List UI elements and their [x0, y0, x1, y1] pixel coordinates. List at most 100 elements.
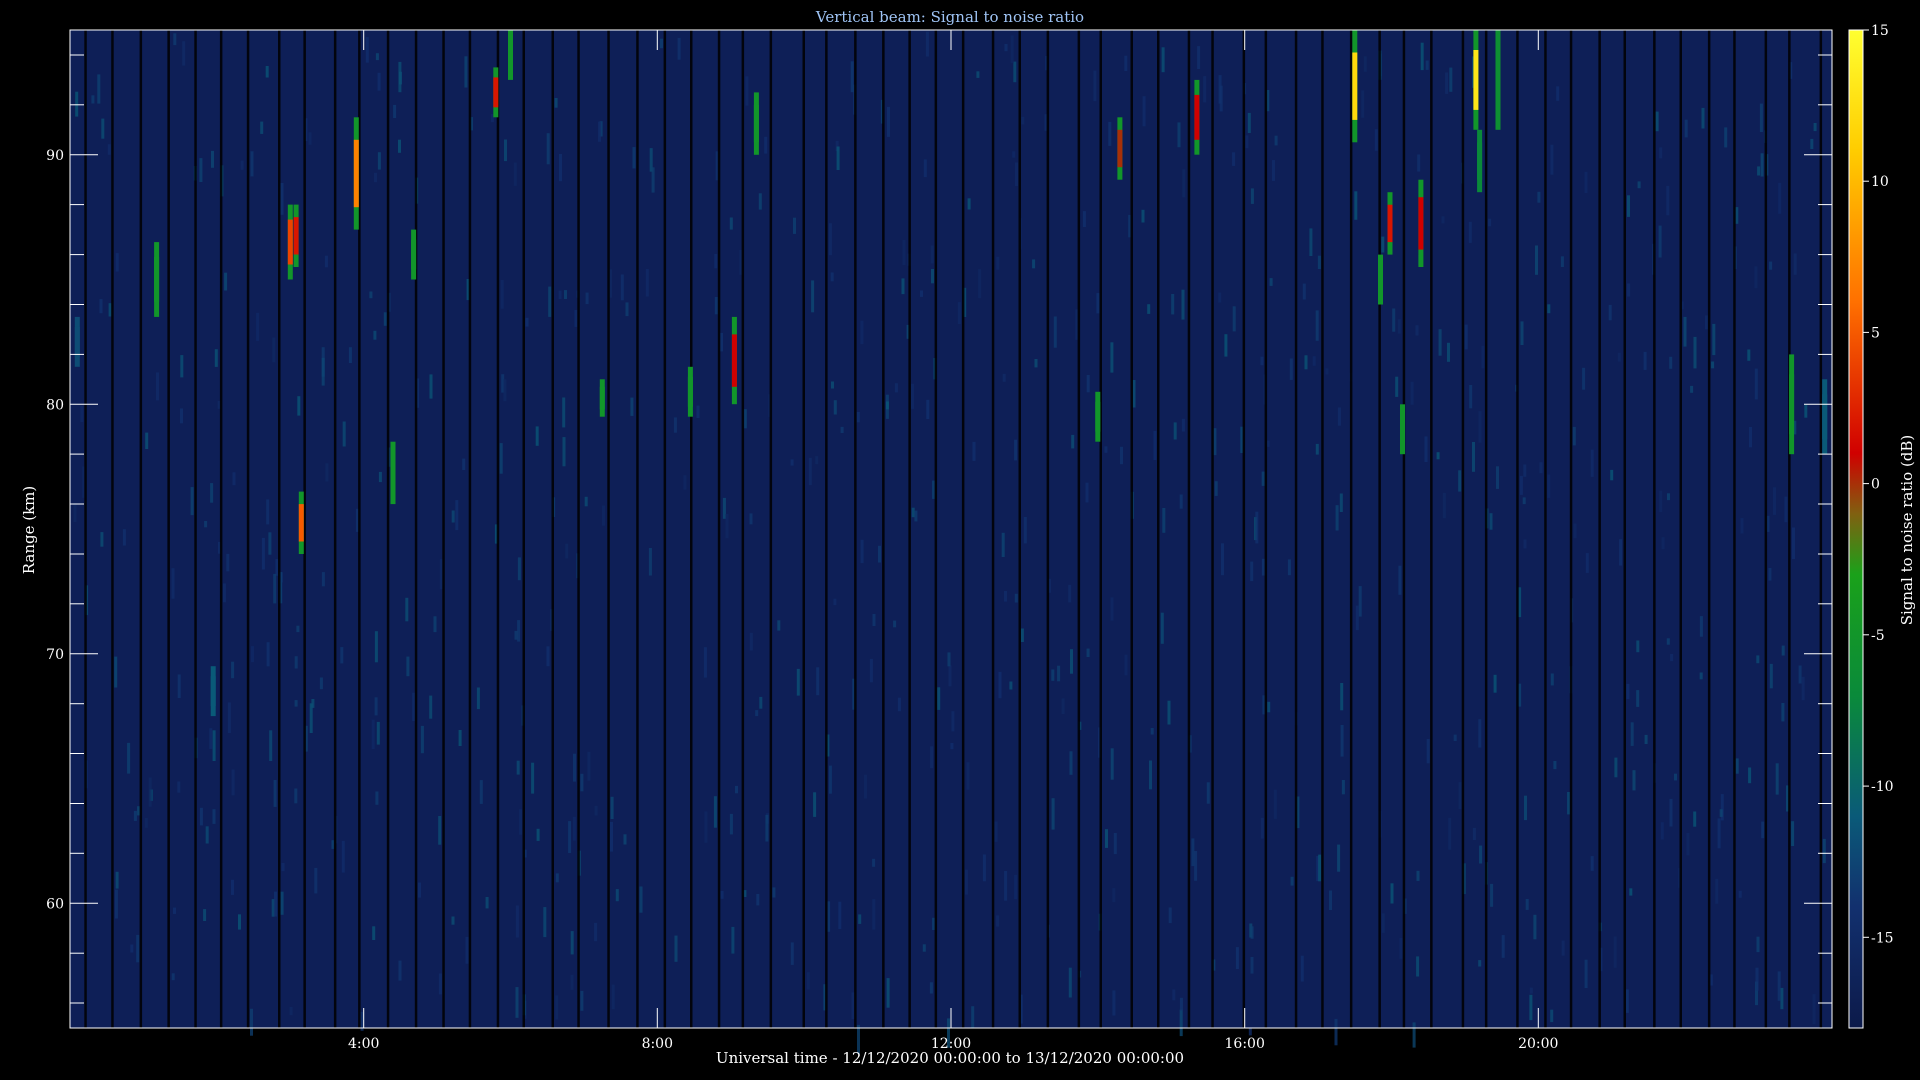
noise-streak	[893, 620, 897, 628]
noise-streak	[1619, 539, 1623, 566]
noise-streak	[133, 810, 137, 821]
noise-streak	[1032, 259, 1036, 269]
noise-streak	[1181, 289, 1185, 320]
noise-streak	[611, 984, 615, 1010]
noise-streak	[901, 278, 905, 295]
data-gap-line	[934, 30, 938, 1028]
noise-streak	[1004, 591, 1007, 602]
noise-streak	[902, 240, 906, 265]
noise-streak	[1711, 361, 1715, 369]
x-tick-label-16: 16:00	[1225, 1036, 1265, 1052]
colorbar-tick-label-minus5: -5	[1871, 628, 1885, 644]
noise-streak	[1061, 698, 1065, 714]
noise-streak	[289, 1007, 293, 1016]
noise-streak	[1686, 833, 1690, 856]
noise-streak	[926, 399, 930, 419]
noise-streak	[1255, 511, 1259, 544]
echo-core	[1418, 197, 1424, 250]
noise-streak	[1250, 957, 1254, 974]
noise-streak	[1539, 462, 1543, 474]
noise-streak	[887, 106, 890, 137]
noise-streak	[1392, 308, 1396, 332]
noise-streak	[171, 568, 175, 599]
noise-streak	[325, 463, 329, 482]
noise-streak	[1153, 431, 1157, 460]
noise-streak	[377, 72, 381, 91]
noise-streak	[610, 821, 613, 852]
echo-core	[287, 219, 293, 265]
noise-streak	[429, 695, 433, 719]
noise-streak	[1096, 293, 1100, 314]
noise-streak	[1274, 135, 1278, 146]
noise-streak	[1693, 336, 1697, 369]
noise-streak	[836, 146, 840, 170]
noise-streak	[1235, 947, 1239, 969]
noise-streak	[1168, 907, 1172, 924]
noise-streak	[858, 914, 862, 924]
noise-streak	[1171, 294, 1175, 315]
noise-streak	[1756, 936, 1760, 953]
noise-streak	[1719, 809, 1723, 817]
noise-streak	[294, 656, 298, 669]
noise-streak	[860, 539, 864, 564]
data-gap-line	[1764, 30, 1768, 1028]
noise-streak	[1304, 355, 1308, 370]
noise-streak	[562, 437, 566, 467]
noise-streak	[749, 513, 753, 525]
data-gap-line	[1242, 30, 1246, 1028]
colorbar-gradient	[1848, 29, 1864, 1029]
noise-streak	[1644, 734, 1648, 744]
data-gap-line	[1130, 30, 1133, 1028]
noise-streak	[1315, 443, 1319, 455]
noise-streak	[190, 487, 194, 516]
noise-streak	[1172, 989, 1176, 1001]
noise-streak	[321, 572, 325, 587]
data-gap-line	[111, 30, 114, 1028]
noise-streak	[645, 269, 649, 297]
noise-streak	[1162, 508, 1166, 533]
noise-streak	[872, 614, 876, 626]
noise-streak	[878, 545, 881, 563]
noise-streak	[937, 687, 941, 710]
noise-streak	[406, 656, 410, 677]
noise-streak	[73, 503, 77, 522]
noise-streak	[632, 147, 636, 169]
echo-core	[411, 239, 417, 270]
noise-streak	[1149, 760, 1152, 790]
echo-1	[154, 242, 160, 317]
noise-streak	[383, 312, 387, 326]
noise-streak	[211, 150, 214, 168]
noise-streak	[1738, 890, 1742, 898]
noise-streak	[1637, 181, 1641, 189]
echo-27	[1822, 379, 1828, 455]
noise-streak	[860, 320, 864, 345]
noise-streak	[156, 372, 159, 401]
noise-streak	[1247, 112, 1251, 133]
noise-streak	[199, 807, 203, 826]
echo-core	[731, 334, 737, 387]
noise-streak	[1070, 649, 1073, 674]
noise-streak	[1071, 434, 1075, 449]
data-gap-line	[1788, 30, 1791, 1028]
noise-streak	[1755, 967, 1759, 991]
noise-streak	[1793, 253, 1797, 275]
noise-streak	[1812, 994, 1816, 1025]
noise-streak	[513, 162, 517, 186]
noise-streak	[1684, 119, 1688, 138]
noise-streak	[1584, 171, 1588, 193]
echo-core	[493, 77, 499, 108]
noise-streak	[227, 702, 231, 733]
echo-3	[287, 204, 293, 280]
noise-streak	[1529, 987, 1533, 994]
noise-streak	[925, 31, 929, 57]
noise-streak	[210, 483, 214, 503]
noise-streak	[546, 133, 550, 165]
noise-streak	[972, 441, 976, 461]
noise-streak	[519, 809, 523, 835]
noise-streak	[1105, 829, 1108, 848]
noise-streak	[1120, 446, 1123, 465]
noise-streak	[1337, 407, 1341, 426]
noise-streak	[1213, 428, 1217, 456]
echo-11	[599, 379, 605, 417]
noise-streak	[1219, 85, 1223, 112]
